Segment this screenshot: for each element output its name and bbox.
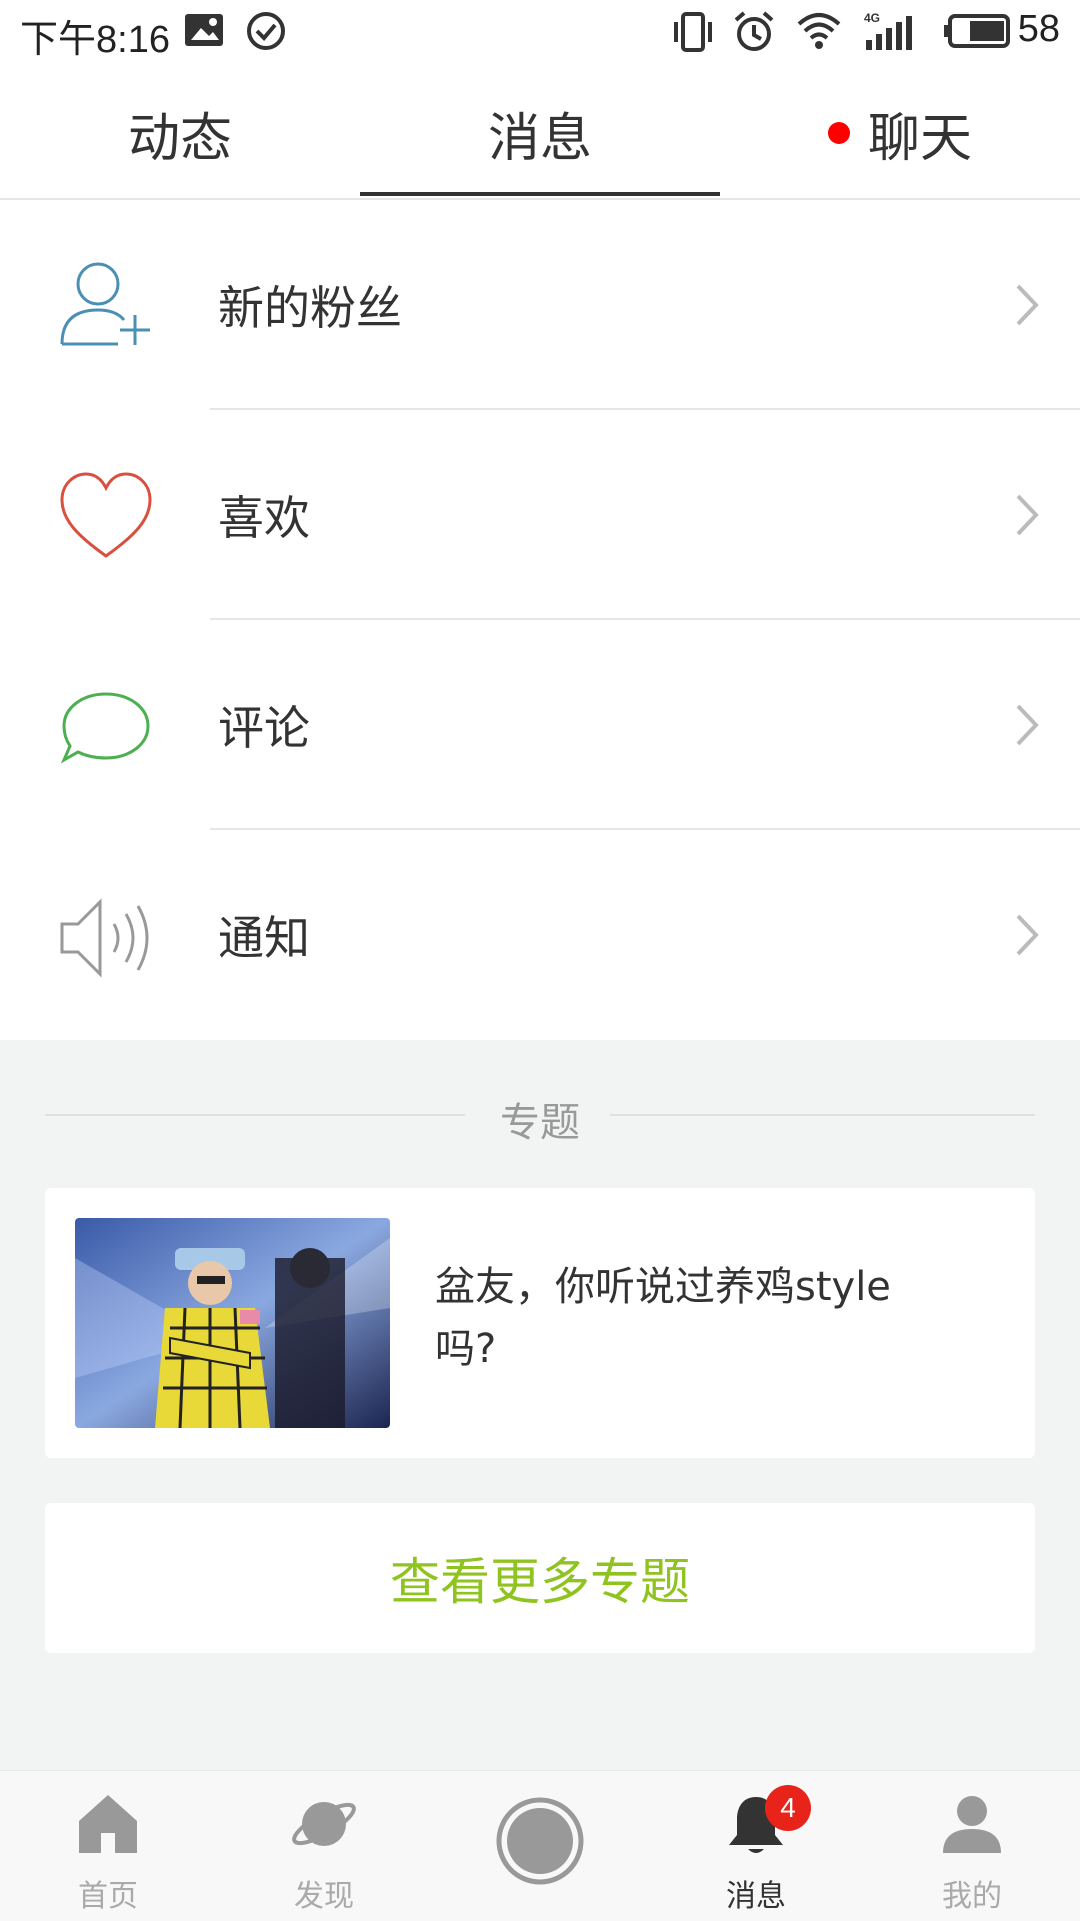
- nav-discover[interactable]: 发现: [216, 1771, 432, 1921]
- topics-section-title: 专题: [500, 1100, 580, 1146]
- list-item-new-fans[interactable]: 新的粉丝: [0, 200, 1080, 410]
- topic-thumbnail: [75, 1218, 390, 1428]
- topic-card[interactable]: 盆友，你听说过养鸡style吗?: [45, 1188, 1035, 1458]
- nav-messages[interactable]: 4 消息: [648, 1771, 864, 1921]
- home-icon: [75, 1791, 141, 1857]
- nav-label: 发现: [294, 1879, 354, 1914]
- vibrate-icon: [672, 10, 714, 58]
- svg-text:4G: 4G: [864, 11, 880, 25]
- tab-messages[interactable]: 消息: [360, 68, 720, 198]
- tab-label: 动态: [127, 108, 232, 169]
- nav-label: 首页: [78, 1879, 138, 1914]
- nav-label: 消息: [726, 1879, 786, 1914]
- speaker-icon: [58, 890, 154, 986]
- list-item-likes[interactable]: 喜欢: [0, 410, 1080, 620]
- active-tab-indicator: [360, 192, 720, 196]
- alarm-icon: [732, 10, 776, 58]
- top-tabs: 动态 消息 聊天: [0, 68, 1080, 200]
- view-more-topics-button[interactable]: 查看更多专题: [45, 1503, 1035, 1653]
- list-item-label: 评论: [218, 701, 310, 755]
- image-notification-icon: [183, 10, 225, 54]
- battery-icon: [944, 10, 1014, 56]
- record-button-icon: [495, 1796, 585, 1886]
- list-item-label: 喜欢: [218, 491, 310, 545]
- check-circle-icon: [245, 10, 287, 56]
- wifi-icon: [795, 10, 843, 56]
- chevron-right-icon: [1012, 280, 1042, 330]
- chevron-right-icon: [1012, 490, 1042, 540]
- add-user-icon: [58, 260, 154, 356]
- battery-percentage: 58: [1017, 8, 1060, 50]
- heart-icon: [58, 470, 154, 566]
- message-list: 新的粉丝 喜欢 评论 通知: [0, 200, 1080, 1040]
- list-item-notifications[interactable]: 通知: [0, 830, 1080, 1040]
- list-item-comments[interactable]: 评论: [0, 620, 1080, 830]
- nav-record-button[interactable]: [432, 1771, 648, 1921]
- chevron-right-icon: [1012, 910, 1042, 960]
- tab-chat[interactable]: 聊天: [720, 68, 1080, 198]
- list-item-label: 新的粉丝: [218, 281, 402, 335]
- tab-label: 聊天: [867, 108, 972, 169]
- unread-dot: [827, 122, 850, 144]
- profile-icon: [939, 1791, 1005, 1857]
- tab-label: 消息: [487, 108, 592, 169]
- list-item-label: 通知: [218, 911, 310, 965]
- bottom-navigation: 首页 发现 4 消息 我的: [0, 1770, 1080, 1921]
- planet-icon: [291, 1791, 357, 1857]
- status-bar: 下午8:16 4G 58: [0, 0, 1080, 68]
- topic-card-text: 盆友，你听说过养鸡style吗?: [435, 1264, 891, 1372]
- nav-label: 我的: [942, 1879, 1002, 1914]
- signal-icon: 4G: [862, 10, 920, 58]
- comment-bubble-icon: [58, 680, 154, 776]
- status-time: 下午8:16: [20, 19, 170, 61]
- topics-section-header: 专题: [45, 1085, 1035, 1146]
- unread-count-badge: 4: [765, 1785, 811, 1831]
- divider: [610, 1114, 1035, 1116]
- nav-profile[interactable]: 我的: [864, 1771, 1080, 1921]
- tab-dynamics[interactable]: 动态: [0, 68, 360, 198]
- chevron-right-icon: [1012, 700, 1042, 750]
- nav-home[interactable]: 首页: [0, 1771, 216, 1921]
